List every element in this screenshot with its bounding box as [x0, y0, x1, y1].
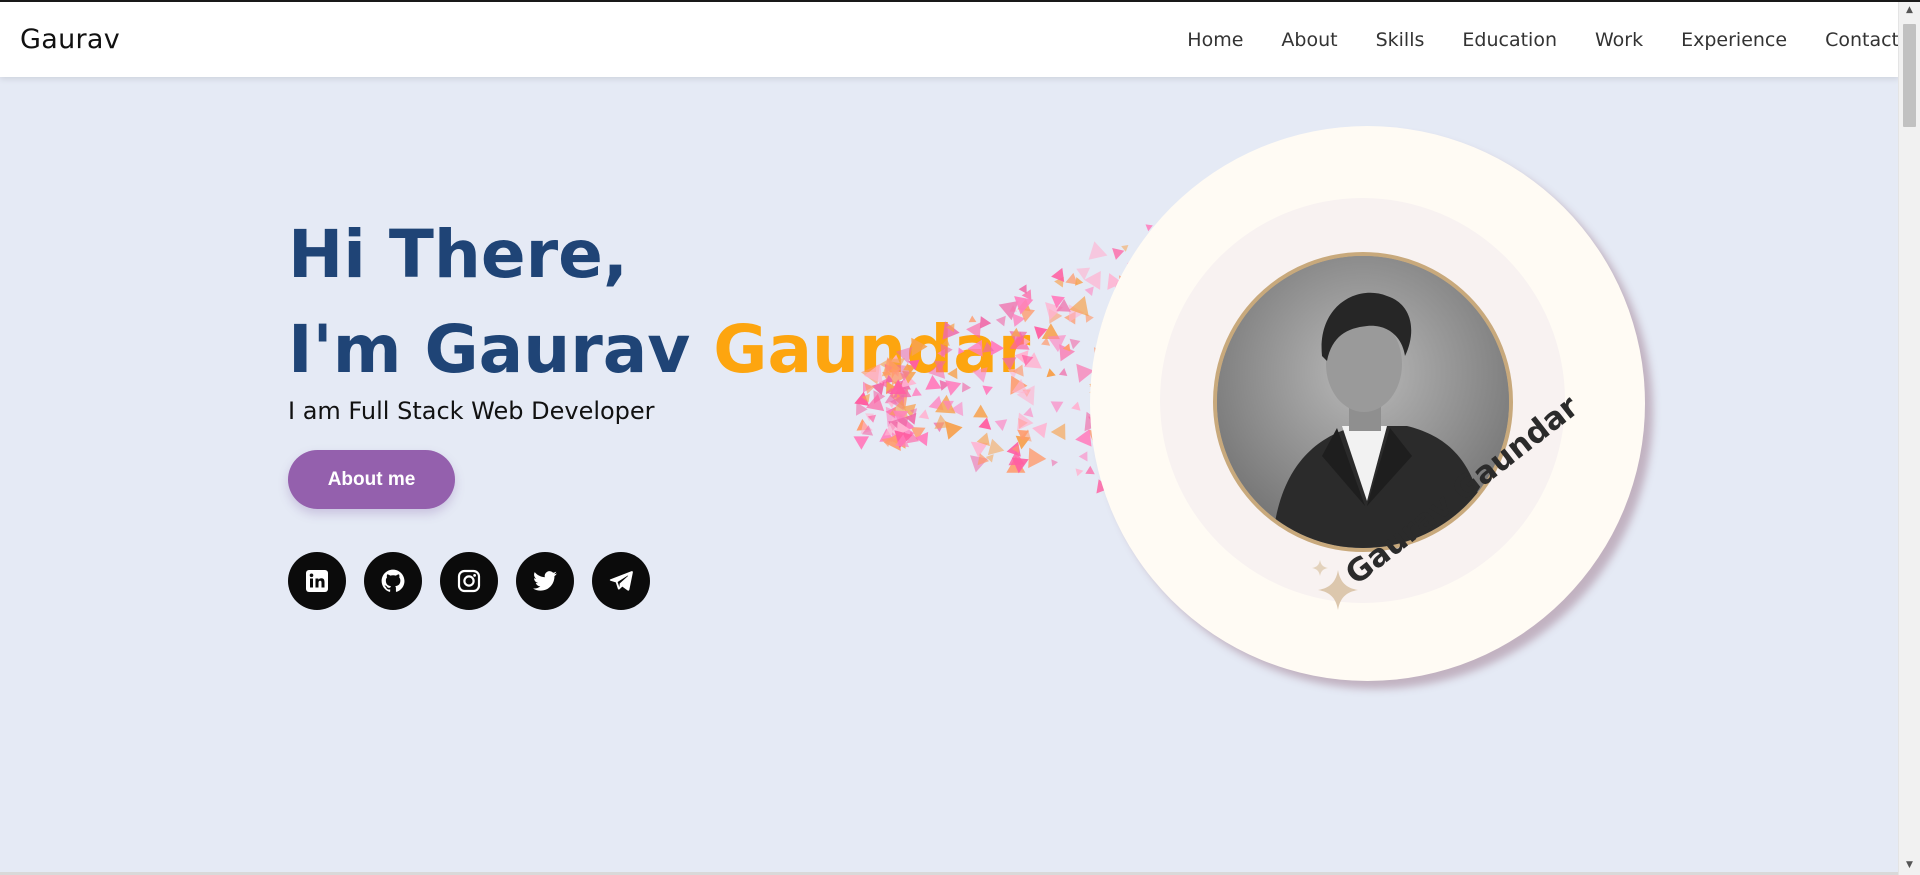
telegram-icon[interactable]: [592, 552, 650, 610]
scroll-thumb[interactable]: [1903, 24, 1916, 127]
nav-links: Home About Skills Education Work Experie…: [1149, 29, 1899, 51]
nav-link-about[interactable]: About: [1281, 29, 1337, 51]
nav-link-education[interactable]: Education: [1462, 29, 1557, 51]
social-links: [288, 552, 668, 610]
brand-logo[interactable]: Gaurav: [20, 24, 120, 55]
vertical-scrollbar[interactable]: ▲ ▼: [1898, 2, 1920, 875]
nav-link-home[interactable]: Home: [1187, 29, 1243, 51]
scroll-down-icon[interactable]: ▼: [1899, 857, 1920, 873]
hero-greeting: Hi There,: [288, 216, 628, 293]
linkedin-icon[interactable]: [288, 552, 346, 610]
hero-subtitle: I am Full Stack Web Developer: [288, 397, 655, 425]
nav-link-experience[interactable]: Experience: [1681, 29, 1787, 51]
hero-heading: Hi There, I'm Gaurav Gaundar: [288, 216, 1030, 383]
nav-link-contact[interactable]: Contact: [1825, 29, 1899, 51]
twitter-icon[interactable]: [516, 552, 574, 610]
portrait-graphic: Gaurav Gaundar: [850, 120, 1650, 700]
instagram-icon[interactable]: [440, 552, 498, 610]
nav-link-work[interactable]: Work: [1595, 29, 1643, 51]
sparkle-icon: [1312, 560, 1358, 610]
github-icon[interactable]: [364, 552, 422, 610]
navbar: Gaurav Home About Skills Education Work …: [0, 2, 1899, 77]
scroll-up-icon[interactable]: ▲: [1899, 2, 1920, 18]
about-me-button[interactable]: About me: [288, 450, 455, 509]
nav-link-skills[interactable]: Skills: [1376, 29, 1425, 51]
hero-name-prefix: I'm Gaurav: [288, 311, 714, 388]
